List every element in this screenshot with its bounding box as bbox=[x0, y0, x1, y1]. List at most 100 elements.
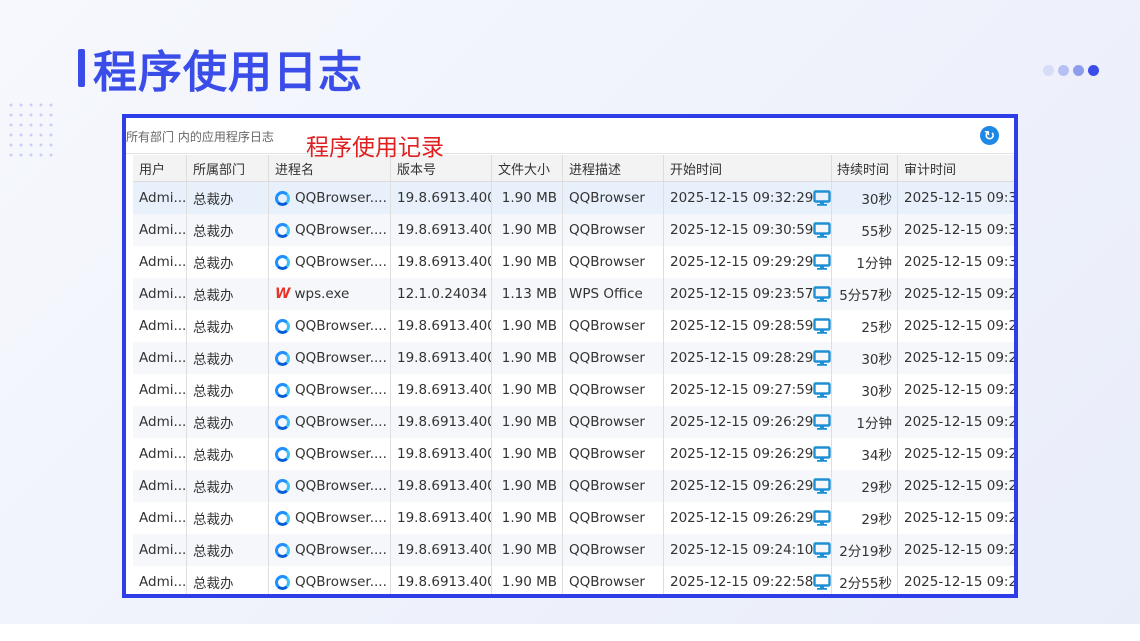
cell-duration: 29秒 bbox=[832, 502, 898, 534]
table-row[interactable]: Admi... 总裁办 QQBrowser.... 19.8.6913.400 1.90… bbox=[133, 342, 1018, 374]
column-header-size[interactable]: 文件大小 bbox=[492, 155, 563, 181]
monitor-icon[interactable] bbox=[813, 478, 831, 494]
table-row[interactable]: Admi... 总裁办 QQBrowser.... 19.8.6913.400 1.90… bbox=[133, 470, 1014, 502]
monitor-icon[interactable] bbox=[813, 382, 831, 398]
monitor-icon[interactable] bbox=[813, 414, 831, 430]
table-row[interactable]: Admi... 总裁办 QQBrowser.... 19.8.6913.400 1.90… bbox=[133, 182, 1018, 214]
table-row[interactable]: Admi... 总裁办 QQBrowser.... 19.8.6913.400 1.90… bbox=[133, 310, 1014, 342]
cell-description: QQBrowser bbox=[563, 342, 664, 374]
cell-description: QQBrowser bbox=[563, 534, 664, 566]
process-name: QQBrowser.... bbox=[295, 254, 387, 270]
cell-user: Admi... bbox=[133, 406, 187, 438]
column-header-dept[interactable]: 所属部门 bbox=[187, 155, 269, 181]
cell-audit-time: 2025-12-15 09:30:3 bbox=[904, 254, 1018, 270]
cell-duration: 1分钟 bbox=[832, 406, 898, 438]
column-header-user[interactable]: 用户 bbox=[133, 155, 187, 181]
monitor-icon[interactable] bbox=[813, 254, 831, 270]
cell-size: 1.90 MB bbox=[492, 310, 563, 342]
qqbrowser-icon bbox=[275, 350, 290, 366]
table-row[interactable]: Admi... 总裁办 QQBrowser.... 19.8.6913.400 1.90… bbox=[133, 214, 1014, 246]
table-row[interactable]: Admi... 总裁办 QQBrowser.... 19.8.6913.400 1.90… bbox=[133, 438, 1014, 470]
start-time-text: 2025-12-15 09:22:58 bbox=[670, 574, 814, 590]
process-name: QQBrowser.... bbox=[295, 574, 387, 590]
qqbrowser-icon bbox=[275, 478, 290, 494]
start-time-text: 2025-12-15 09:26:29 bbox=[670, 414, 814, 430]
cell-description: WPS Office bbox=[563, 278, 664, 310]
cell-duration: 30秒 bbox=[832, 342, 898, 374]
qqbrowser-icon bbox=[275, 542, 290, 558]
qqbrowser-icon bbox=[275, 222, 290, 238]
cell-user: Admi... bbox=[133, 534, 187, 566]
cell-description: QQBrowser bbox=[563, 502, 664, 534]
cell-user: Admi... bbox=[133, 278, 187, 310]
table-row[interactable]: Admi... 总裁办 QQBrowser.... 19.8.6913.400 1.90… bbox=[133, 406, 1018, 438]
cell-duration: 30秒 bbox=[832, 374, 898, 406]
cell-dept: 总裁办 bbox=[187, 278, 269, 310]
cell-user: Admi... bbox=[133, 214, 187, 246]
cell-dept: 总裁办 bbox=[187, 566, 269, 594]
cell-duration: 29秒 bbox=[832, 470, 898, 502]
cell-version: 19.8.6913.400 bbox=[391, 246, 492, 278]
decor-dot bbox=[1058, 65, 1069, 76]
table-row[interactable]: Admi... 总裁办 QQBrowser.... 19.8.6913.400 1.90… bbox=[133, 534, 1014, 566]
monitor-icon[interactable] bbox=[813, 286, 831, 302]
cell-audit-time: 2025-12-15 09:33:0 bbox=[904, 190, 1018, 206]
monitor-icon[interactable] bbox=[813, 222, 831, 238]
table-row[interactable]: Admi... 总裁办 QQBrowser.... 19.8.6913.400 1.90… bbox=[133, 566, 1014, 594]
cell-size: 1.90 MB bbox=[492, 182, 563, 214]
app-log-window: 所有部门 内的应用程序日志 ↻ 程序使用记录 用户 所属部门 进程名 版本号 文… bbox=[122, 114, 1018, 598]
column-header-description[interactable]: 进程描述 bbox=[563, 155, 664, 181]
monitor-icon[interactable] bbox=[813, 190, 831, 206]
start-time-text: 2025-12-15 09:28:59 bbox=[670, 318, 814, 334]
process-name: wps.exe bbox=[294, 286, 350, 302]
cell-user: Admi... bbox=[133, 374, 187, 406]
cell-start-time: 2025-12-15 09:26:29 bbox=[664, 470, 832, 502]
cell-version: 19.8.6913.400 bbox=[391, 566, 492, 594]
start-time-text: 2025-12-15 09:32:29 bbox=[670, 190, 814, 206]
cell-dept: 总裁办 bbox=[187, 406, 269, 438]
page-title-block: 程序使用日志 bbox=[78, 40, 363, 98]
cell-duration: 25秒 bbox=[832, 310, 898, 342]
cell-audit-time: 2025-12-15 09:29:5 bbox=[904, 286, 1018, 302]
start-time-text: 2025-12-15 09:26:29 bbox=[670, 446, 814, 462]
column-header-duration[interactable]: 持续时间 bbox=[832, 155, 898, 181]
cell-duration: 2分19秒 bbox=[832, 534, 898, 566]
qqbrowser-icon bbox=[275, 510, 290, 526]
cell-start-time: 2025-12-15 09:32:29 bbox=[664, 182, 832, 214]
refresh-icon[interactable]: ↻ bbox=[980, 126, 999, 145]
qqbrowser-icon bbox=[275, 574, 290, 590]
cell-user: Admi... bbox=[133, 566, 187, 594]
table-row[interactable]: Admi... 总裁办 QQBrowser.... 19.8.6913.400 1.90… bbox=[133, 374, 1014, 406]
monitor-icon[interactable] bbox=[813, 446, 831, 462]
cell-process: QQBrowser.... bbox=[269, 342, 391, 374]
cell-version: 19.8.6913.400 bbox=[391, 182, 492, 214]
cell-user: Admi... bbox=[133, 470, 187, 502]
cell-size: 1.90 MB bbox=[492, 406, 563, 438]
cell-start-time: 2025-12-15 09:26:29 bbox=[664, 406, 832, 438]
cell-audit-time: 2025-12-15 09:29:0 bbox=[904, 350, 1018, 366]
qqbrowser-icon bbox=[275, 318, 290, 334]
start-time-text: 2025-12-15 09:27:59 bbox=[670, 382, 814, 398]
cell-duration: 34秒 bbox=[832, 438, 898, 470]
cell-start-time: 2025-12-15 09:26:29 bbox=[664, 438, 832, 470]
cell-user: Admi... bbox=[133, 246, 187, 278]
cell-process: QQBrowser.... bbox=[269, 502, 391, 534]
monitor-icon[interactable] bbox=[813, 318, 831, 334]
table-row[interactable]: Admi... 总裁办 QQBrowser.... 19.8.6913.400 1.90… bbox=[133, 246, 1018, 278]
process-name: QQBrowser.... bbox=[295, 382, 387, 398]
monitor-icon[interactable] bbox=[813, 350, 831, 366]
monitor-icon[interactable] bbox=[813, 542, 831, 558]
start-time-text: 2025-12-15 09:26:29 bbox=[670, 510, 814, 526]
cell-version: 19.8.6913.400 bbox=[391, 374, 492, 406]
cell-start-time: 2025-12-15 09:29:29 bbox=[664, 246, 832, 278]
cell-description: QQBrowser bbox=[563, 438, 664, 470]
cell-version: 12.1.0.24034 bbox=[391, 278, 492, 310]
column-header-start-time[interactable]: 开始时间 bbox=[664, 155, 832, 181]
monitor-icon[interactable] bbox=[813, 574, 831, 590]
table-row[interactable]: Admi... 总裁办 QQBrowser.... 19.8.6913.400 1.90… bbox=[133, 502, 1014, 534]
column-header-audit-time[interactable]: 审计时间 bbox=[898, 155, 1014, 181]
cell-audit-time: 2025-12-15 09:27:3 bbox=[904, 414, 1018, 430]
monitor-icon[interactable] bbox=[813, 510, 831, 526]
cell-size: 1.90 MB bbox=[492, 438, 563, 470]
table-row[interactable]: Admi... 总裁办 Wwps.exe 12.1.0.24034 1.13 MB WPS… bbox=[133, 278, 1018, 310]
